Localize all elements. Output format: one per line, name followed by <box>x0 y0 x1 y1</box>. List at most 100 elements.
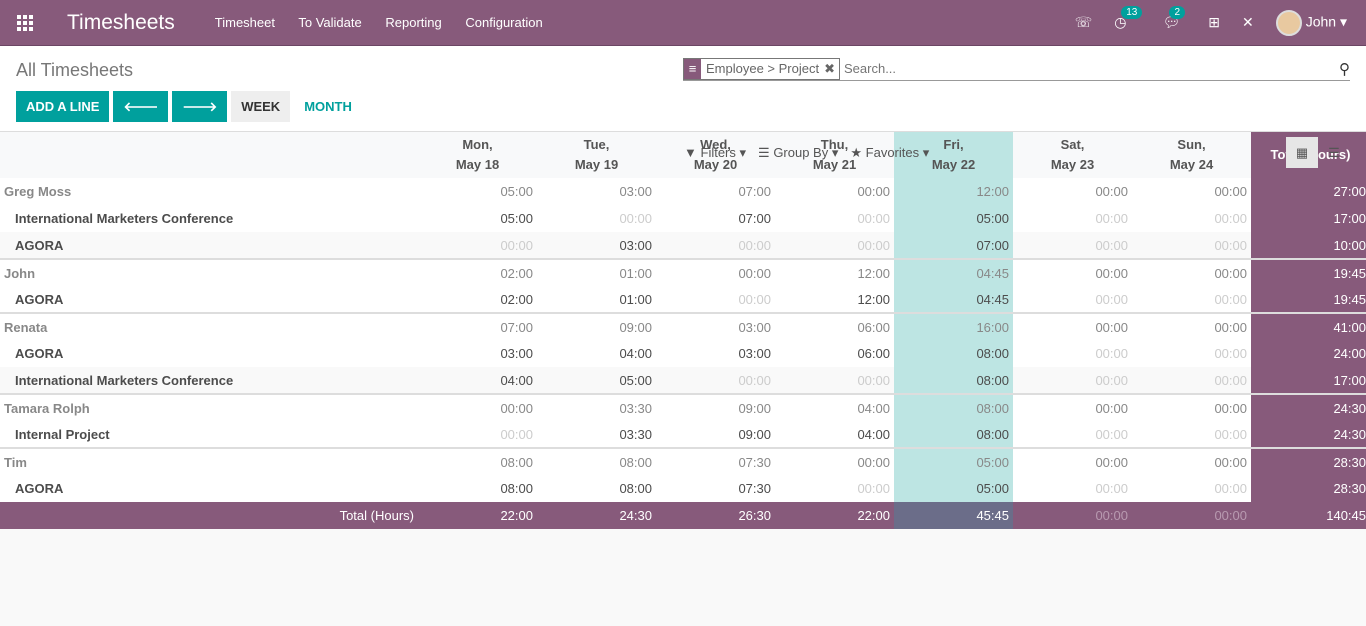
project-row: AGORA 02:00 01:00 00:00 12:00 04:45 00:00 00:00… <box>0 286 1366 313</box>
cell-hours[interactable]: 02:00 <box>418 286 537 313</box>
phone-icon[interactable]: ☏ <box>1064 14 1104 31</box>
cell-hours[interactable]: 05:00 <box>418 205 537 232</box>
apps-menu-button[interactable] <box>0 14 50 31</box>
cell-hours[interactable]: 00:00 <box>1013 232 1132 259</box>
cell-hours[interactable]: 04:45 <box>894 286 1013 313</box>
next-button[interactable]: 🡒 <box>172 91 228 122</box>
month-button[interactable]: MONTH <box>294 91 362 122</box>
cell-hours[interactable]: 05:00 <box>894 205 1013 232</box>
cell-hours: 08:00 <box>418 447 537 475</box>
cell-hours[interactable]: 00:00 <box>656 232 775 259</box>
cell-hours[interactable]: 12:00 <box>775 286 894 313</box>
cell-hours[interactable]: 00:00 <box>537 205 656 232</box>
cell-hours[interactable]: 00:00 <box>1013 367 1132 394</box>
cell-hours: 09:00 <box>656 393 775 421</box>
row-label: AGORA <box>15 291 64 307</box>
cell-hours[interactable]: 00:00 <box>775 205 894 232</box>
cell-hours[interactable]: 08:00 <box>418 475 537 502</box>
cell-hours[interactable]: 07:00 <box>656 205 775 232</box>
cell-hours[interactable]: 00:00 <box>775 232 894 259</box>
cell-hours[interactable]: 00:00 <box>1013 205 1132 232</box>
activity-button[interactable]: ◷ 13 <box>1103 6 1143 31</box>
cell-hours[interactable]: 05:00 <box>894 475 1013 502</box>
menu-timesheet[interactable]: Timesheet <box>215 15 275 30</box>
cell-hours[interactable]: 08:00 <box>894 421 1013 448</box>
cell-hours[interactable]: 05:00 <box>537 367 656 394</box>
project-row: AGORA 00:00 03:00 00:00 00:00 07:00 00:00 00:00… <box>0 232 1366 259</box>
group-by-dropdown[interactable]: ☰ Group By ▾ <box>758 145 838 161</box>
cell-hours[interactable]: 00:00 <box>656 367 775 394</box>
list-view-button[interactable]: ☰ <box>1318 137 1350 168</box>
row-total: 28:30 <box>1251 475 1366 502</box>
add-line-button[interactable]: ADD A LINE <box>16 91 110 122</box>
cell-hours[interactable]: 07:00 <box>894 232 1013 259</box>
remove-facet-icon[interactable]: ✖ <box>824 61 839 77</box>
cell-hours[interactable]: 08:00 <box>537 475 656 502</box>
tools-icon[interactable]: ✕ <box>1231 14 1265 31</box>
cell-hours[interactable]: 00:00 <box>1013 475 1132 502</box>
messages-button[interactable]: 💬︎ 2 <box>1151 6 1191 31</box>
cell-hours[interactable]: 00:00 <box>1132 205 1251 232</box>
row-total: 17:00 <box>1251 205 1366 232</box>
search-input[interactable] <box>844 61 1339 76</box>
gift-icon[interactable]: ⊞ <box>1197 14 1231 31</box>
row-total: 24:30 <box>1251 421 1366 448</box>
cell-hours[interactable]: 00:00 <box>775 367 894 394</box>
row-total: 28:30 <box>1251 447 1366 475</box>
cell-hours[interactable]: 04:00 <box>418 367 537 394</box>
search-icon[interactable]: ⚲ <box>1339 60 1350 78</box>
user-menu[interactable]: John ▾ <box>1265 9 1358 36</box>
row-label: Tamara Rolph <box>0 393 418 421</box>
menu-to-validate[interactable]: To Validate <box>298 15 361 30</box>
cell-hours[interactable]: 08:00 <box>894 367 1013 394</box>
row-label: Internal Project <box>15 426 110 442</box>
avatar <box>1275 9 1302 36</box>
cell-hours[interactable]: 00:00 <box>418 421 537 448</box>
cell-hours[interactable]: 00:00 <box>1013 421 1132 448</box>
column-header-day: Sat, May 23 <box>1013 132 1132 178</box>
cell-hours[interactable]: 00:00 <box>1132 421 1251 448</box>
control-panel: All Timesheets ADD A LINE 🡐 🡒 WEEK MONTH… <box>0 46 1366 168</box>
cell-hours[interactable]: 09:00 <box>656 421 775 448</box>
grid-view-button[interactable]: ▦ <box>1286 137 1318 168</box>
cell-hours[interactable]: 00:00 <box>1132 232 1251 259</box>
cell-hours[interactable]: 03:00 <box>418 340 537 367</box>
cell-hours: 00:00 <box>1013 393 1132 421</box>
cell-hours[interactable]: 03:00 <box>656 340 775 367</box>
activity-badge: 13 <box>1121 6 1143 19</box>
cell-hours[interactable]: 07:30 <box>656 475 775 502</box>
filter-icon: ▼ <box>684 145 697 160</box>
favorites-dropdown[interactable]: ★ Favorites ▾ <box>850 145 929 161</box>
cell-hours[interactable]: 08:00 <box>894 340 1013 367</box>
cell-hours[interactable]: 04:00 <box>775 421 894 448</box>
cell-hours[interactable]: 03:30 <box>537 421 656 448</box>
cell-hours: 03:30 <box>537 393 656 421</box>
page-title: All Timesheets <box>16 60 134 80</box>
cell-hours[interactable]: 00:00 <box>1013 340 1132 367</box>
footer-day-total: 26:30 <box>656 502 775 529</box>
user-name: John <box>1305 13 1337 30</box>
cell-hours[interactable]: 01:00 <box>537 286 656 313</box>
cell-hours[interactable]: 06:00 <box>775 340 894 367</box>
footer-grand-total: 140:45 <box>1251 502 1366 529</box>
cell-hours[interactable]: 00:00 <box>1132 367 1251 394</box>
cell-hours: 12:00 <box>775 258 894 286</box>
menu-configuration[interactable]: Configuration <box>465 15 542 30</box>
cell-hours[interactable]: 00:00 <box>775 475 894 502</box>
cell-hours[interactable]: 00:00 <box>1013 286 1132 313</box>
row-label: AGORA <box>15 481 64 496</box>
row-total: 24:00 <box>1251 340 1366 367</box>
cell-hours[interactable]: 00:00 <box>1132 475 1251 502</box>
cell-hours[interactable]: 00:00 <box>1132 340 1251 367</box>
menu-reporting[interactable]: Reporting <box>385 15 441 30</box>
week-button[interactable]: WEEK <box>231 91 291 122</box>
cell-hours[interactable]: 00:00 <box>1132 286 1251 313</box>
cell-hours[interactable]: 00:00 <box>418 232 537 259</box>
filters-dropdown[interactable]: ▼ Filters ▾ <box>684 145 746 161</box>
column-header-day: Sun, May 24 <box>1132 132 1251 178</box>
previous-button[interactable]: 🡐 <box>113 91 169 122</box>
cell-hours[interactable]: 03:00 <box>537 232 656 259</box>
cell-hours[interactable]: 04:00 <box>537 340 656 367</box>
cell-hours[interactable]: 00:00 <box>656 286 775 313</box>
arrow-right-icon: 🡒 <box>182 98 218 114</box>
